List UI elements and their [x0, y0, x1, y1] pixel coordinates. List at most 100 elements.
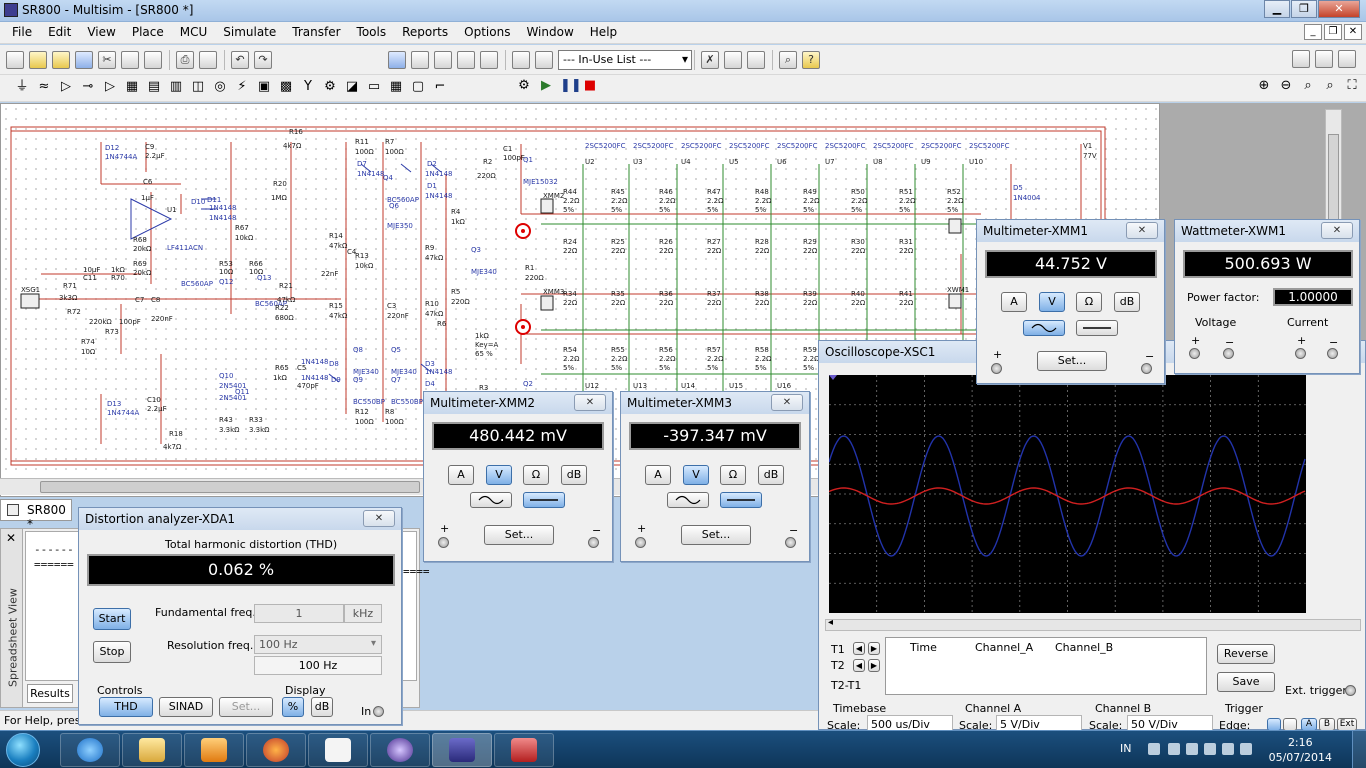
ext-trigger-terminal-icon[interactable] [1345, 685, 1356, 696]
run-simulation-icon[interactable]: ▶ [538, 78, 554, 94]
menu-view[interactable]: View [79, 25, 123, 39]
xmm3-dc-button[interactable] [720, 492, 762, 508]
erc-icon[interactable]: ✗ [701, 51, 719, 69]
place-mcu-icon[interactable]: ▦ [388, 79, 404, 95]
open-folder-icon[interactable] [29, 51, 47, 69]
menu-transfer[interactable]: Transfer [284, 25, 348, 39]
mdi-restore-button[interactable]: ❐ [1324, 24, 1342, 40]
close-xmm1-button[interactable]: ✕ [1126, 222, 1158, 239]
undo-icon[interactable]: ↶ [231, 51, 249, 69]
in-use-list-dropdown[interactable]: --- In-Use List --- [558, 50, 692, 70]
zoom-in-icon[interactable]: ⊕ [1256, 78, 1272, 94]
breadboard-view-icon[interactable] [1292, 50, 1310, 68]
current-negative-terminal-icon[interactable] [1327, 348, 1338, 359]
place-analog-icon[interactable]: ▷ [102, 79, 118, 95]
spreadsheet-view-icon[interactable] [411, 51, 429, 69]
place-connector-icon[interactable]: ▭ [366, 79, 382, 95]
db-display-button[interactable]: dB [311, 697, 333, 717]
show-desktop-button[interactable] [1352, 731, 1366, 768]
taskbar-app[interactable] [370, 733, 430, 767]
scope-screen[interactable] [829, 375, 1306, 613]
minimize-button[interactable]: ▁ [1264, 0, 1290, 18]
percent-display-button[interactable]: % [282, 697, 304, 717]
component-wizard-icon[interactable] [512, 51, 530, 69]
negative-terminal-icon[interactable] [785, 537, 796, 548]
close-xmm3-button[interactable]: ✕ [771, 394, 803, 411]
menu-tools[interactable]: Tools [349, 25, 395, 39]
hierarchical-block-icon[interactable]: ▢ [410, 79, 426, 95]
place-power-icon[interactable]: ⚡ [234, 79, 250, 95]
xmm2-ohm-button[interactable]: Ω [523, 465, 549, 485]
place-source-icon[interactable]: ⏚ [14, 79, 30, 95]
layout-view-icon[interactable] [1338, 50, 1356, 68]
schematic-view-icon[interactable] [1315, 50, 1333, 68]
place-transistor-icon[interactable]: ⊸ [80, 79, 96, 95]
taskbar-internet-explorer[interactable] [60, 733, 120, 767]
cut-icon[interactable]: ✂ [98, 51, 116, 69]
xmm3-ohm-button[interactable]: Ω [720, 465, 746, 485]
tray-volume-icon[interactable] [1222, 743, 1234, 755]
multisim-app-icon[interactable] [4, 3, 18, 17]
toggle-design-toolbox-icon[interactable] [388, 51, 406, 69]
positive-terminal-icon[interactable] [438, 537, 449, 548]
mdi-close-button[interactable]: ✕ [1344, 24, 1362, 40]
place-electromechanical-icon[interactable]: ⚙ [322, 79, 338, 95]
taskbar-firefox[interactable] [246, 733, 306, 767]
scope-horizontal-scrollbar[interactable]: ◂ [825, 617, 1361, 631]
print-icon[interactable]: ⎙ [176, 51, 194, 69]
start-button[interactable] [6, 733, 40, 767]
sinad-mode-button[interactable]: SINAD [159, 697, 213, 717]
menu-file[interactable]: File [4, 25, 40, 39]
help-icon[interactable]: ? [802, 51, 820, 69]
tray-flag-icon[interactable] [1168, 743, 1180, 755]
t1-left-button[interactable]: ◀ [853, 642, 865, 655]
xmm2-db-button[interactable]: dB [561, 465, 587, 485]
xmm1-ac-button[interactable] [1023, 320, 1065, 336]
positive-terminal-icon[interactable] [991, 363, 1002, 374]
place-cmos-icon[interactable]: ▤ [146, 79, 162, 95]
taskbar-clock[interactable]: 2:16 05/07/2014 [1269, 735, 1332, 765]
create-component-icon[interactable] [535, 51, 553, 69]
paste-icon[interactable] [144, 51, 162, 69]
close-panel-icon[interactable]: ✕ [6, 531, 16, 545]
scrollbar-thumb[interactable] [40, 481, 420, 493]
place-misc-digital-icon[interactable]: ▥ [168, 79, 184, 95]
xmm1-set-button[interactable]: Set... [1037, 351, 1107, 371]
zoom-area-icon[interactable]: ⌕ [1300, 78, 1316, 94]
pause-simulation-icon[interactable]: ❚❚ [560, 78, 582, 94]
find-examples-icon[interactable]: ⌕ [779, 51, 797, 69]
place-diode-icon[interactable]: ▷ [58, 79, 74, 95]
restore-button[interactable]: ❐ [1291, 0, 1317, 18]
place-rf-icon[interactable]: Y [300, 79, 316, 95]
scroll-left-icon[interactable]: ◂ [828, 617, 833, 628]
menu-edit[interactable]: Edit [40, 25, 79, 39]
mdi-minimize-button[interactable]: _ [1304, 24, 1322, 40]
negative-terminal-icon[interactable] [1141, 363, 1152, 374]
new-file-icon[interactable] [6, 51, 24, 69]
close-button[interactable]: ✕ [1318, 0, 1360, 18]
thd-mode-button[interactable]: THD [99, 697, 153, 717]
interactive-simulation-icon[interactable]: ⚙ [516, 78, 532, 94]
place-advanced-peripherals-icon[interactable]: ▩ [278, 79, 294, 95]
xmm3-db-button[interactable]: dB [758, 465, 784, 485]
voltage-positive-terminal-icon[interactable] [1189, 348, 1200, 359]
start-button[interactable]: Start [93, 608, 131, 630]
voltage-negative-terminal-icon[interactable] [1223, 348, 1234, 359]
close-distortion-button[interactable]: ✕ [363, 510, 395, 527]
xmm1-ampere-button[interactable]: A [1001, 292, 1027, 312]
current-positive-terminal-icon[interactable] [1295, 348, 1306, 359]
xmm2-ampere-button[interactable]: A [448, 465, 474, 485]
grapher-icon[interactable] [457, 51, 475, 69]
forward-annotate-icon[interactable] [747, 51, 765, 69]
bus-icon[interactable]: ⌐ [432, 79, 448, 95]
zoom-out-icon[interactable]: ⊖ [1278, 78, 1294, 94]
input-terminal-icon[interactable] [373, 706, 384, 717]
language-indicator[interactable]: IN [1120, 742, 1131, 755]
negative-terminal-icon[interactable] [588, 537, 599, 548]
tray-chevron-icon[interactable] [1148, 743, 1160, 755]
t1-right-button[interactable]: ▶ [868, 642, 880, 655]
stop-simulation-icon[interactable]: ■ [582, 78, 598, 94]
resolution-freq-select[interactable]: 100 Hz [254, 635, 382, 654]
copy-icon[interactable] [121, 51, 139, 69]
place-ttl-icon[interactable]: ▦ [124, 79, 140, 95]
